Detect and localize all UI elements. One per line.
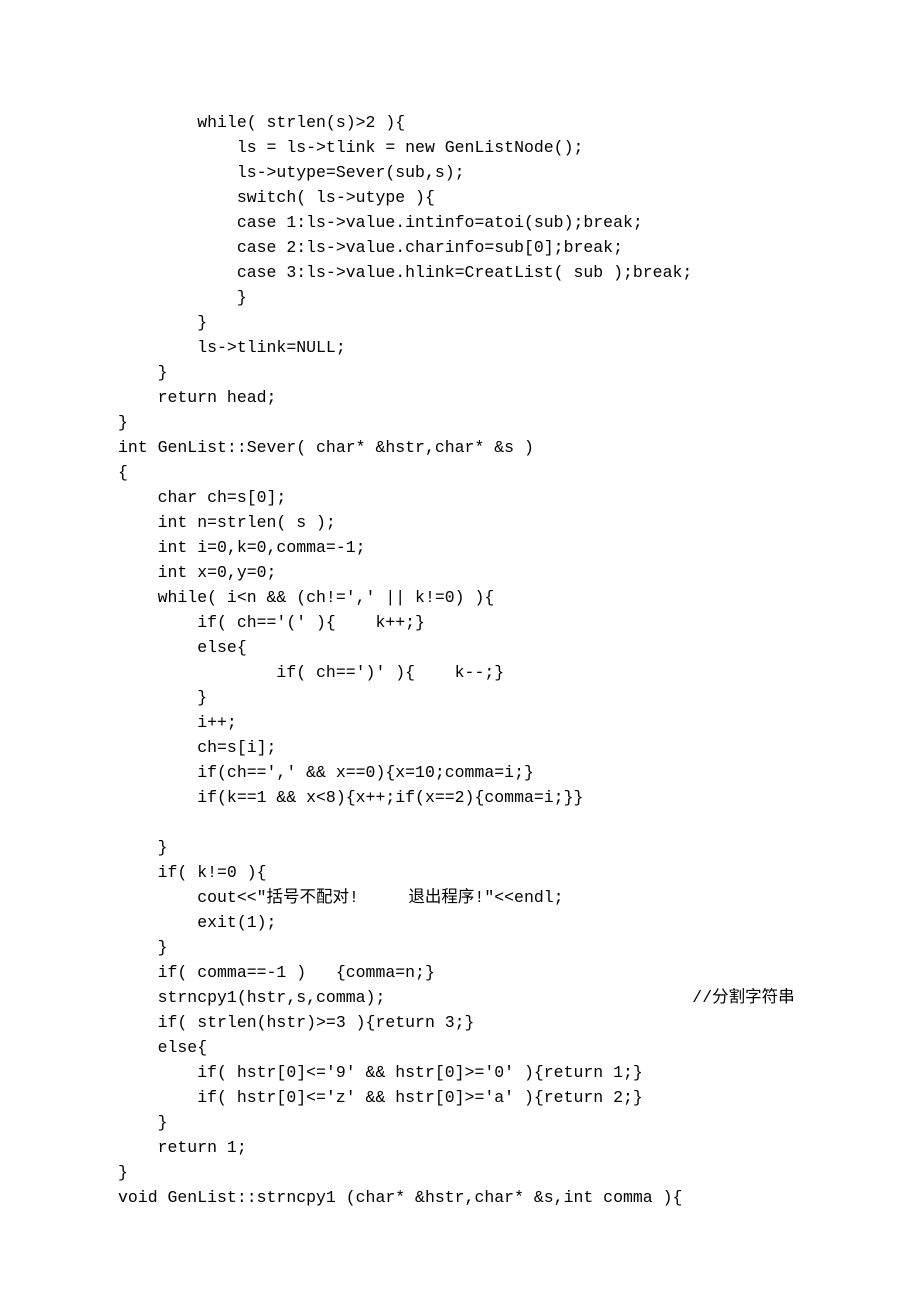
document-page: while( strlen(s)>2 ){ ls = ls->tlink = n… (0, 0, 920, 1302)
code-block: while( strlen(s)>2 ){ ls = ls->tlink = n… (118, 110, 920, 1210)
